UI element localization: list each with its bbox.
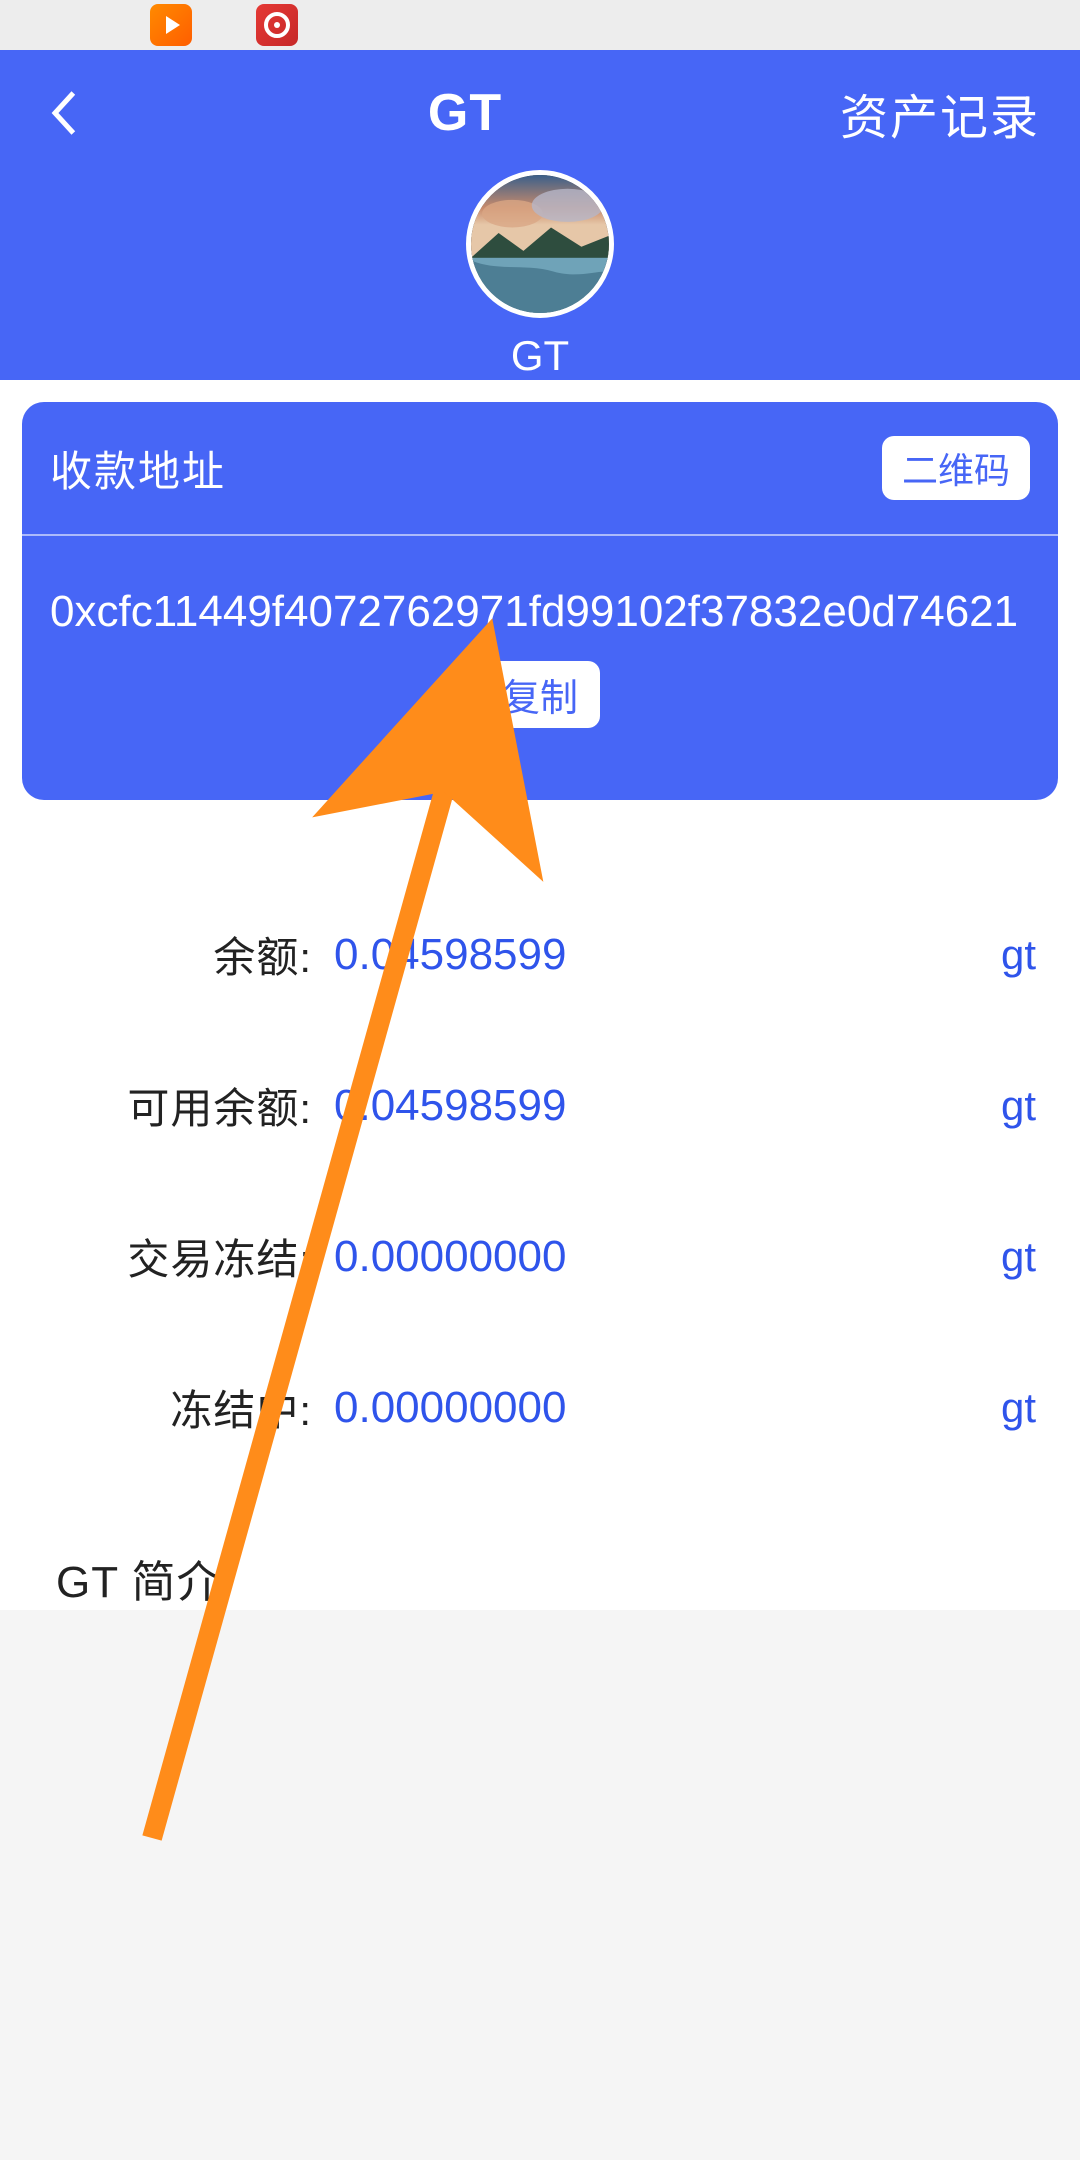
copy-button[interactable]: 复制 (480, 661, 600, 728)
asset-records-link[interactable]: 资产记录 (840, 78, 1040, 148)
balance-unit: gt (1001, 931, 1036, 979)
balance-unit: gt (1001, 1384, 1036, 1432)
header: GT 资产记录 GT (0, 50, 1080, 380)
page-title: GT (428, 83, 502, 143)
balance-label: 余额: (44, 924, 334, 985)
wallet-address: 0xcfc11449f4072762971fd99102f37832e0d746… (50, 584, 1030, 639)
divider (22, 534, 1058, 536)
status-bar-apps (150, 4, 298, 46)
balance-value: 0.00000000 (334, 1232, 1001, 1282)
nav-bar: GT 资产记录 (0, 50, 1080, 148)
balance-list: 余额: 0.04598599 gt 可用余额: 0.04598599 gt 交易… (0, 800, 1080, 1476)
balance-row: 冻结中: 0.00000000 gt (44, 1339, 1036, 1476)
chevron-left-icon (48, 88, 82, 138)
balance-value: 0.04598599 (334, 1081, 1001, 1131)
balance-row: 余额: 0.04598599 gt (44, 886, 1036, 1023)
card-title: 收款地址 (50, 438, 226, 499)
balance-row: 可用余额: 0.04598599 gt (44, 1037, 1036, 1174)
balance-label: 可用余额: (44, 1075, 334, 1136)
intro-section-title: GT 简介 (0, 1476, 1080, 1610)
avatar-block: GT (0, 170, 1080, 380)
balance-value: 0.04598599 (334, 930, 1001, 980)
balance-label: 冻结中: (44, 1377, 334, 1438)
statusbar-app-icon (256, 4, 298, 46)
back-button[interactable] (40, 88, 90, 138)
avatar-label: GT (511, 332, 569, 380)
receive-address-card: 收款地址 二维码 0xcfc11449f4072762971fd99102f37… (22, 402, 1058, 800)
balance-unit: gt (1001, 1233, 1036, 1281)
main-content: 收款地址 二维码 0xcfc11449f4072762971fd99102f37… (0, 380, 1080, 1610)
avatar (466, 170, 614, 318)
statusbar-app-icon (150, 4, 192, 46)
balance-value: 0.00000000 (334, 1383, 1001, 1433)
balance-unit: gt (1001, 1082, 1036, 1130)
qr-code-button[interactable]: 二维码 (882, 436, 1030, 500)
status-bar (0, 0, 1080, 50)
balance-row: 交易冻结: 0.00000000 gt (44, 1188, 1036, 1325)
landscape-avatar-icon (471, 175, 609, 313)
balance-label: 交易冻结: (44, 1226, 334, 1287)
